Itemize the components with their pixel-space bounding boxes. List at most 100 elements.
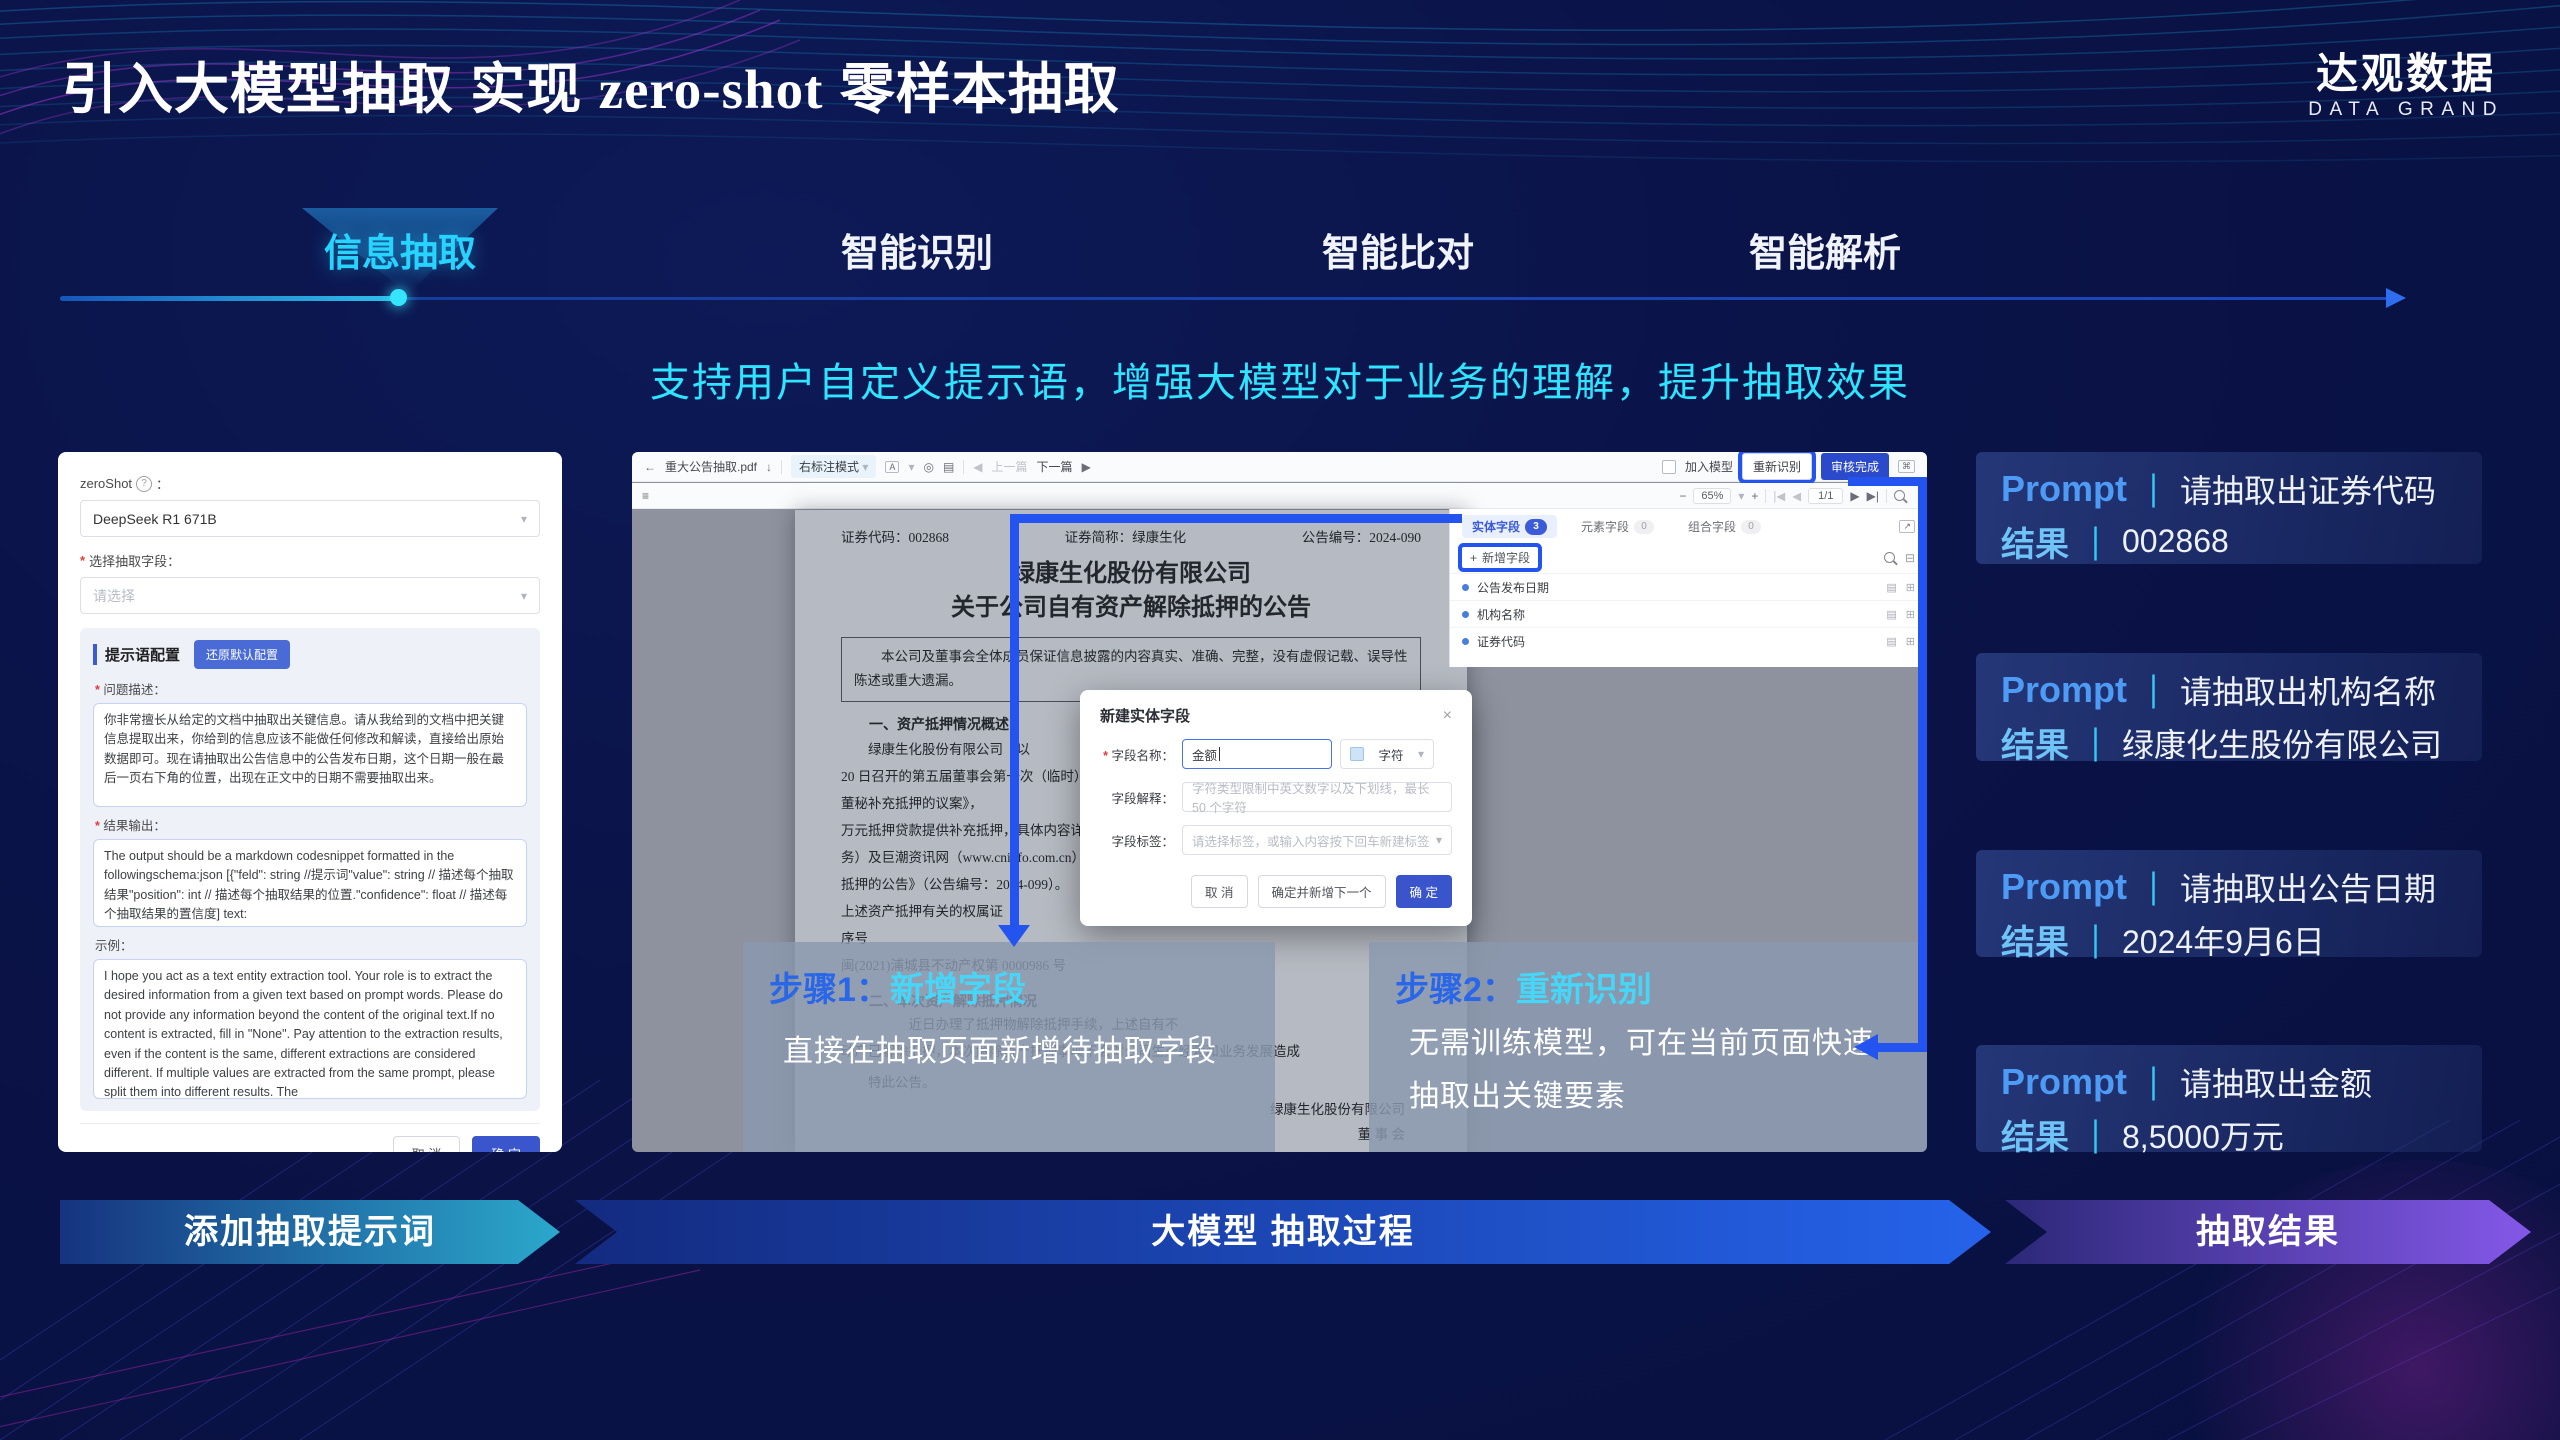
- slide: 引入大模型抽取 实现 zero-shot 零样本抽取 达观数据 DATA GRA…: [0, 0, 2560, 1440]
- field-row[interactable]: 机构名称 ▤ ⊞: [1450, 600, 1927, 627]
- text-style-icon[interactable]: A: [885, 461, 899, 473]
- text-cursor: [1219, 747, 1220, 761]
- chevron-down-icon: ▾: [908, 460, 914, 474]
- reset-default-button[interactable]: 还原默认配置: [194, 640, 290, 669]
- type-swatch-icon: [1350, 747, 1364, 761]
- prompt-config-section: 提示语配置 还原默认配置 问题描述： 你非常擅长从给定的文档中抽取出关键信息。请…: [80, 628, 540, 1111]
- zoom-out-icon[interactable]: −: [1679, 489, 1686, 503]
- shortcut-icon[interactable]: ⌘: [1898, 460, 1915, 473]
- zoom-in-icon[interactable]: +: [1751, 489, 1758, 503]
- field-type-select[interactable]: 字符▾: [1340, 739, 1434, 769]
- download-icon[interactable]: ↓: [766, 460, 772, 474]
- viewer-toolbar: ← 重大公告抽取.pdf ↓ 右标注模式 ▾ A ▾ ◎ ▤ ◀ 上一篇 下一篇…: [632, 452, 1927, 482]
- field-note-icon[interactable]: ▤: [1886, 581, 1896, 594]
- result-text: 2024年9月6日: [2122, 917, 2325, 963]
- cancel-button[interactable]: 取 消: [393, 1136, 461, 1152]
- page-indicator[interactable]: 1/1: [1808, 488, 1843, 504]
- help-icon[interactable]: ?: [136, 476, 152, 492]
- separator: ｜: [2079, 1111, 2112, 1159]
- back-icon[interactable]: ←: [644, 460, 656, 474]
- prev-doc-icon[interactable]: ◀: [973, 460, 982, 474]
- chevron-down-icon: ▾: [521, 589, 527, 603]
- document-filename: 重大公告抽取.pdf: [665, 458, 757, 475]
- chevron-down-icon: ▾: [1738, 489, 1744, 503]
- example-textarea[interactable]: I hope you act as a text entity extracti…: [93, 959, 527, 1099]
- field-dot-icon: [1462, 584, 1469, 591]
- export-icon[interactable]: ↗: [1899, 520, 1915, 533]
- field-row[interactable]: 证券代码 ▤⊞: [1450, 627, 1927, 654]
- search-icon[interactable]: [1894, 490, 1905, 501]
- document-viewer: ← 重大公告抽取.pdf ↓ 右标注模式 ▾ A ▾ ◎ ▤ ◀ 上一篇 下一篇…: [632, 452, 1927, 1152]
- field-note-icon[interactable]: ▤: [1886, 635, 1896, 648]
- modal-confirm-next-button[interactable]: 确定并新增下一个: [1258, 875, 1386, 908]
- question-textarea[interactable]: 你非常擅长从给定的文档中抽取出关键信息。请从我给到的文档中把关键信息提取出来，你…: [93, 703, 527, 807]
- field-tag-select[interactable]: 请选择标签，或输入内容按下回车新建标签▾: [1182, 825, 1452, 855]
- tab-information-extraction[interactable]: 信息抽取: [324, 222, 476, 277]
- field-add-icon[interactable]: ⊞: [1906, 581, 1915, 594]
- tab-entity-fields[interactable]: 实体字段3: [1462, 515, 1557, 538]
- modal-confirm-button[interactable]: 确 定: [1396, 875, 1452, 908]
- doc-announcement-no: 公告编号：2024-090: [1302, 526, 1421, 546]
- search-icon[interactable]: [1884, 552, 1895, 563]
- field-label: 公告发布日期: [1477, 579, 1549, 596]
- collapse-icon[interactable]: ⊟: [1905, 551, 1915, 565]
- plus-icon: +: [1470, 551, 1477, 565]
- result-text: 绿康化生股份有限公司: [2122, 720, 2442, 766]
- extract-field-select[interactable]: 请选择 ▾: [80, 577, 540, 614]
- extract-field-placeholder: 请选择: [93, 586, 135, 606]
- tab-composite-fields[interactable]: 组合字段0: [1678, 515, 1771, 538]
- thumbnails-icon[interactable]: ≡: [642, 489, 649, 503]
- tab-progress-dot: [390, 289, 407, 306]
- first-page-icon[interactable]: |◀: [1773, 489, 1785, 503]
- output-textarea[interactable]: The output should be a markdown codesnip…: [93, 839, 527, 927]
- close-icon[interactable]: ×: [1443, 707, 1452, 725]
- last-page-icon[interactable]: ▶|: [1867, 489, 1879, 503]
- annotation-mode-button[interactable]: 右标注模式 ▾: [791, 455, 876, 478]
- prev-page-icon[interactable]: ◀: [1792, 489, 1801, 503]
- page-layout-icon[interactable]: ▤: [943, 460, 954, 474]
- tab-intelligent-comparison[interactable]: 智能比对: [1322, 222, 1474, 277]
- next-doc-button[interactable]: 下一篇: [1037, 458, 1073, 475]
- next-doc-icon[interactable]: ▶: [1082, 460, 1091, 474]
- reidentify-button[interactable]: 重新识别: [1742, 453, 1812, 480]
- tab-intelligent-recognition[interactable]: 智能识别: [841, 222, 993, 277]
- field-desc-input[interactable]: 字符类型限制中英文数字以及下划线，最长 50 个字符: [1182, 782, 1452, 812]
- slide-subtitle: 支持用户自定义提示语，增强大模型对于业务的理解，提升抽取效果: [650, 350, 1910, 408]
- field-tag-placeholder: 请选择标签，或输入内容按下回车新建标签: [1192, 831, 1430, 850]
- tab-intelligent-parsing[interactable]: 智能解析: [1749, 222, 1901, 277]
- field-note-icon[interactable]: ▤: [1886, 608, 1896, 621]
- question-label: 问题描述：: [95, 679, 527, 698]
- modal-title: 新建实体字段: [1100, 705, 1190, 726]
- result-card: Prompt｜请抽取出机构名称 结果｜绿康化生股份有限公司: [1976, 653, 2482, 761]
- title-cn-2: 零样本抽取: [823, 58, 1119, 120]
- separator: ｜: [2137, 465, 2170, 513]
- field-add-icon[interactable]: ⊞: [1906, 635, 1915, 648]
- result-text: 8,5000万元: [2122, 1112, 2284, 1158]
- zeroshot-config-panel: zeroShot ? ： DeepSeek R1 671B ▾ 选择抽取字段： …: [58, 452, 562, 1152]
- modal-cancel-button[interactable]: 取 消: [1191, 875, 1247, 908]
- tab-element-fields[interactable]: 元素字段0: [1571, 515, 1664, 538]
- eye-icon[interactable]: ◎: [923, 460, 933, 474]
- confirm-button[interactable]: 确 定: [472, 1136, 540, 1152]
- next-page-icon[interactable]: ▶: [1850, 489, 1859, 503]
- review-complete-button[interactable]: 审核完成: [1821, 453, 1889, 480]
- field-name-input[interactable]: 金额: [1182, 739, 1332, 769]
- divider: [1765, 489, 1766, 503]
- field-add-icon[interactable]: ⊞: [1906, 608, 1915, 621]
- add-model-checkbox[interactable]: [1662, 460, 1676, 474]
- zoom-level[interactable]: 65%: [1693, 488, 1731, 504]
- step2-title: 重新识别: [1516, 971, 1652, 1009]
- add-field-button[interactable]: + 新增字段: [1462, 547, 1538, 568]
- tab-progress-line: [60, 297, 2390, 300]
- separator: ｜: [2137, 1058, 2170, 1106]
- result-card: Prompt｜请抽取出金额 结果｜8,5000万元: [1976, 1045, 2482, 1152]
- model-select[interactable]: DeepSeek R1 671B ▾: [80, 500, 540, 537]
- fields-sidebar: 实体字段3 元素字段0 组合字段0 ↗ + 新增字段 ⊟ 公告发布日期 ▤ ⊞ 机构…: [1449, 509, 1927, 667]
- separator: ｜: [2079, 518, 2112, 566]
- field-row[interactable]: 公告发布日期 ▤ ⊞: [1450, 573, 1927, 600]
- field-label: 机构名称: [1477, 606, 1525, 623]
- result-label: 结果: [2001, 915, 2069, 964]
- step1-description: 直接在抽取页面新增待抽取字段: [783, 1026, 1217, 1079]
- add-field-label: 新增字段: [1482, 549, 1530, 566]
- prev-doc-button[interactable]: 上一篇: [992, 458, 1028, 475]
